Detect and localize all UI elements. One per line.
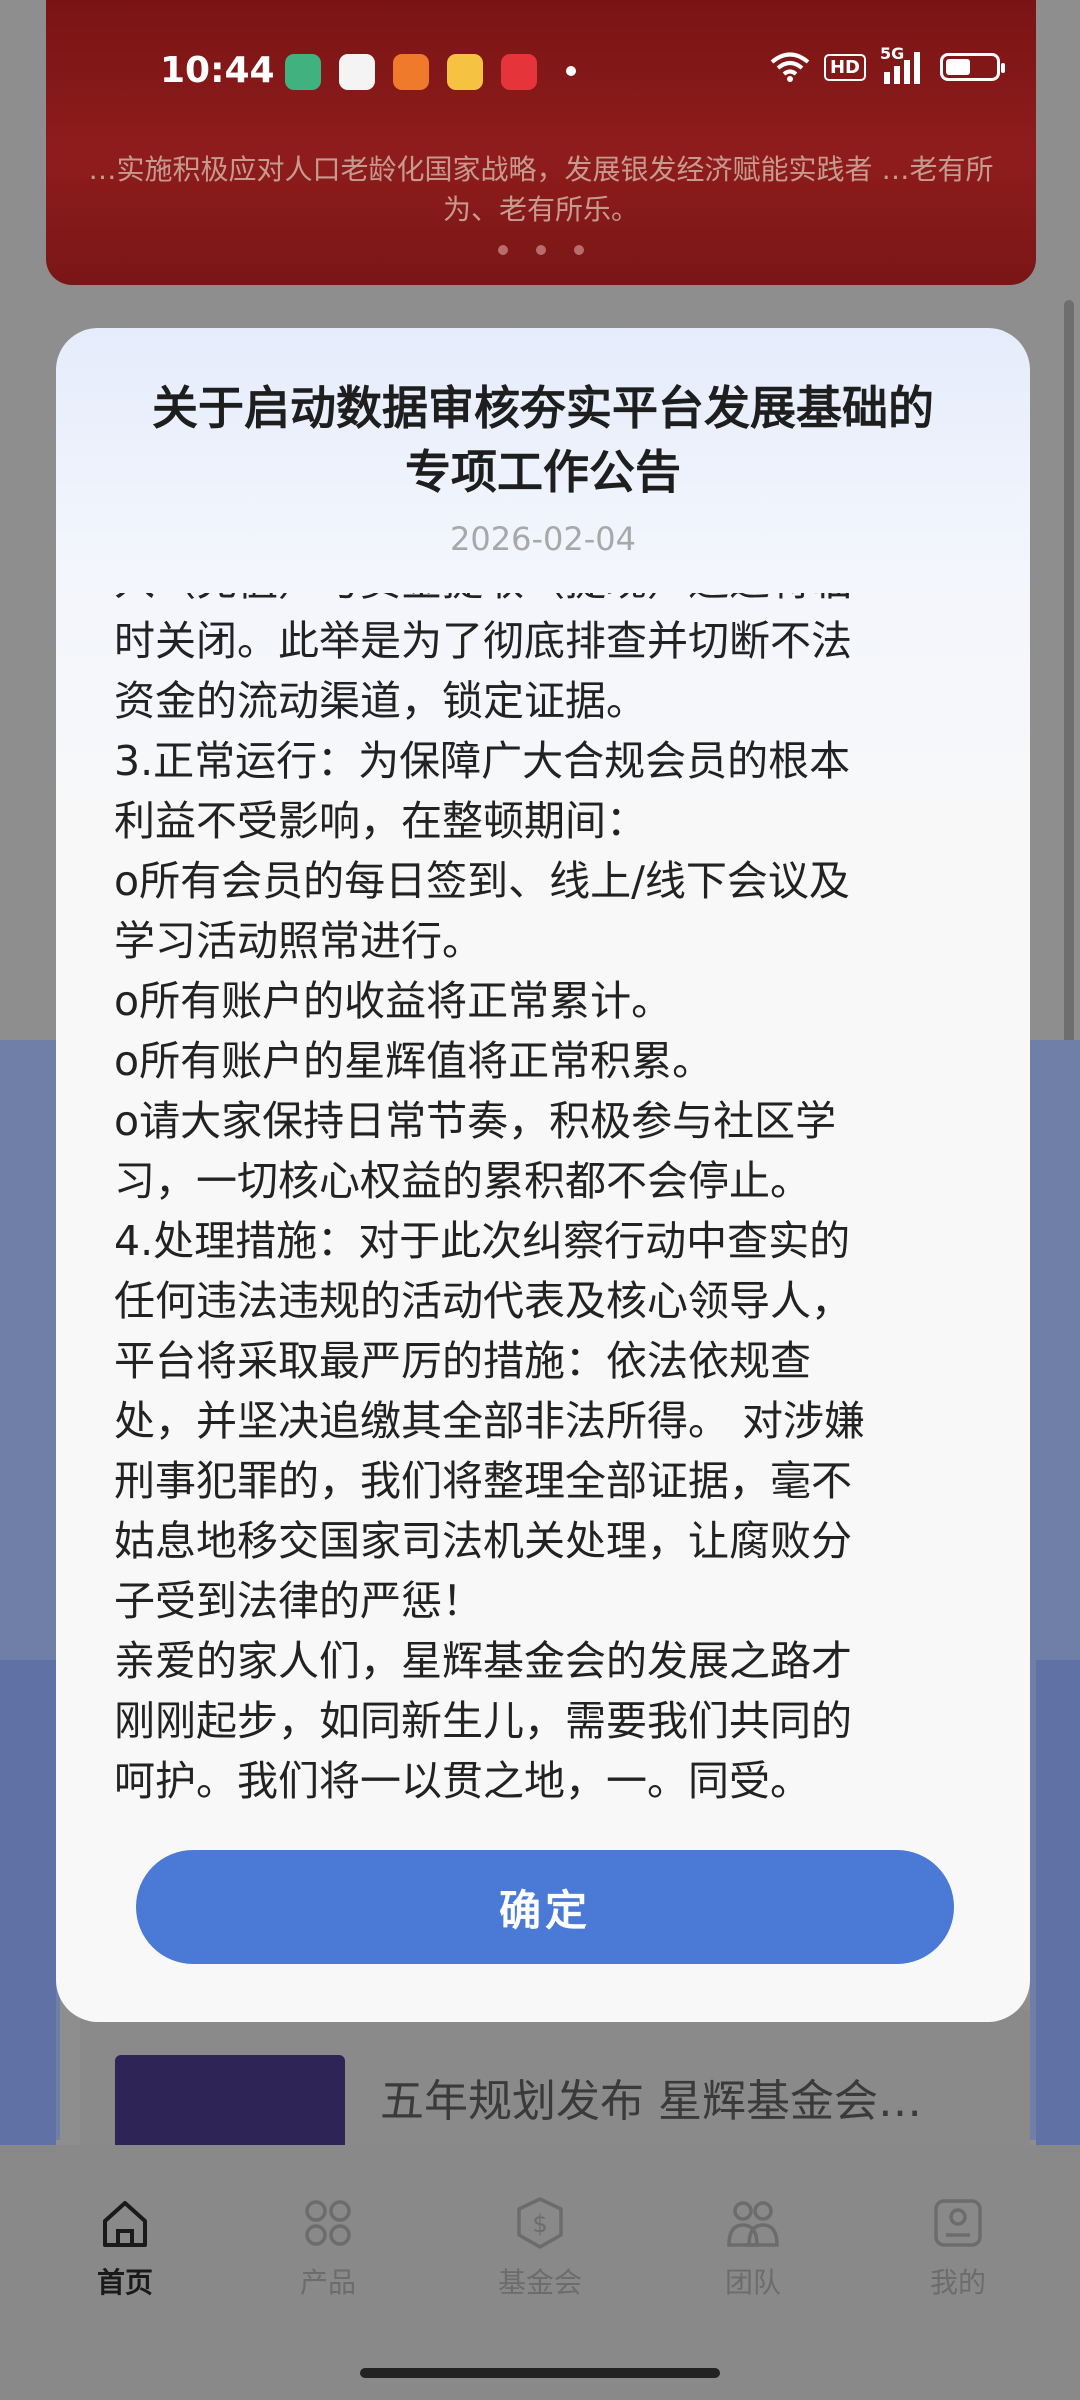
nav-label: 团队 [724, 2266, 781, 2299]
content-line: 入（充值）与资金提取（提现）通道将临 [114, 593, 974, 611]
battery-icon [940, 53, 1005, 81]
app-shield-icon [285, 54, 321, 90]
dialog-title: 关于启动数据审核夯实平台发展基础的 专项工作公告 [96, 376, 990, 504]
signal-icon: 5G [880, 44, 926, 84]
nav-label: 产品 [299, 2266, 356, 2299]
page-scrollbar[interactable] [1064, 300, 1074, 1050]
svg-text:$: $ [532, 2210, 547, 2238]
content-line: 平台将采取最严厉的措施：依法依规查 [114, 1337, 811, 1385]
system-icons: HD 5G [770, 44, 1005, 84]
content-line: 资金的流动渠道，锁定证据。 [114, 677, 647, 725]
app-oppo-icon [339, 54, 375, 90]
banner-text: …实施积极应对人口老龄化国家战略，发展银发经济赋能实践者 …老有所为、老有所乐。 [88, 153, 994, 226]
content-line: 处，并坚决追缴其全部非法所得。 对涉嫌 [114, 1397, 866, 1445]
grid-icon [305, 2200, 351, 2246]
content-line: 4.处理措施：对于此次纠察行动中查实的 [114, 1217, 851, 1265]
content-line: 姑息地移交国家司法机关处理，让腐败分 [114, 1517, 852, 1565]
home-indicator[interactable] [360, 2368, 720, 2378]
content-line: 利益不受影响，在整顿期间： [114, 797, 647, 845]
content-line: o请大家保持日常节奏，积极参与社区学 [114, 1097, 837, 1145]
home-icon [103, 2201, 147, 2247]
nav-label: 我的 [929, 2266, 986, 2299]
dialog-title-line: 专项工作公告 [405, 445, 681, 499]
hd-badge: HD [823, 53, 866, 81]
app-red-icon [501, 54, 537, 90]
content-line: 习，一切核心权益的累积都不会停止。 [114, 1157, 811, 1205]
dialog-content: 入（充值）与资金提取（提现）通道将临时关闭。此举是为了彻底排查并切断不法资金的流… [114, 593, 974, 1808]
status-time: 10:44 [160, 50, 275, 91]
content-line: 学习活动照常进行。 [114, 917, 483, 965]
content-line: o所有会员的每日签到、线上/线下会议及 [114, 857, 850, 905]
nav-item-products[interactable]: 产品 [258, 2195, 398, 2301]
nav-label: 基金会 [497, 2266, 582, 2299]
content-line: 3.正常运行：为保障广大合规会员的根本 [114, 737, 851, 785]
news-title: 五年规划发布 星辉基金会… [380, 2076, 922, 2127]
content-line: 刑事犯罪的，我们将整理全部证据，毫不 [114, 1457, 852, 1505]
wifi-icon [770, 52, 810, 82]
team-icon [727, 2201, 779, 2247]
dialog-content-scroll[interactable]: 入（充值）与资金提取（提现）通道将临时关闭。此举是为了彻底排查并切断不法资金的流… [114, 593, 974, 1808]
app-diamond-icon [393, 54, 429, 90]
app-wallet-icon [447, 54, 483, 90]
content-line: 刚刚起步，如同新生儿，需要我们共同的 [114, 1697, 852, 1745]
notification-icons [285, 54, 537, 90]
more-notifications-icon [566, 66, 576, 76]
background-card [1036, 1660, 1080, 2160]
nav-item-foundation[interactable]: $ 基金会 [470, 2195, 610, 2301]
dollar-shield-icon: $ [517, 2197, 563, 2249]
nav-item-home[interactable]: 首页 [55, 2195, 195, 2301]
banner-pagination [46, 240, 1036, 259]
content-line: 呵护。我们将一以贯之地，一。同受。 [114, 1757, 811, 1805]
content-line: 任何违法违规的活动代表及核心领导人， [114, 1277, 852, 1325]
confirm-button[interactable]: 确定 [136, 1850, 954, 1964]
network-type: 5G [880, 44, 905, 63]
bottom-nav: 首页 产品 $ 基金会 团队 我的 [0, 2145, 1080, 2400]
background-card [0, 1660, 56, 2160]
nav-item-team[interactable]: 团队 [683, 2195, 823, 2301]
content-line: 时关闭。此举是为了彻底排查并切断不法 [114, 617, 852, 665]
status-bar: 10:44 HD 5G [0, 0, 1080, 140]
content-line: o所有账户的星辉值将正常积累。 [114, 1037, 714, 1085]
content-line: 子受到法律的严惩！ [114, 1577, 483, 1625]
nav-label: 首页 [96, 2266, 153, 2299]
profile-icon [934, 2199, 982, 2247]
content-line: o所有账户的收益将正常累计。 [114, 977, 673, 1025]
dialog-title-line: 关于启动数据审核夯实平台发展基础的 [152, 381, 934, 435]
content-line: 亲爱的家人们，星辉基金会的发展之路才 [114, 1637, 852, 1685]
announcement-dialog: 关于启动数据审核夯实平台发展基础的 专项工作公告 2026-02-04 入（充值… [56, 328, 1030, 2022]
nav-item-mine[interactable]: 我的 [888, 2195, 1028, 2301]
dialog-date: 2026-02-04 [450, 520, 636, 558]
